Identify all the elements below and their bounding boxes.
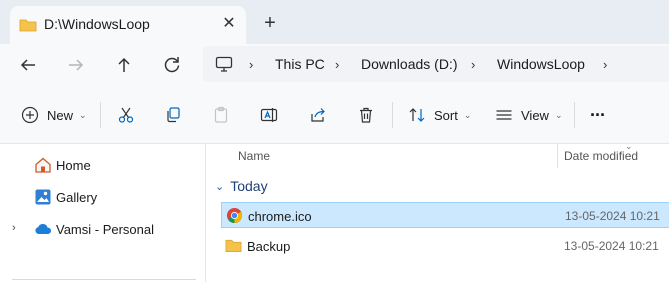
column-header-name[interactable]: Name	[238, 149, 270, 163]
tab-bar: D:\WindowsLoop ✕ +	[0, 0, 669, 44]
sort-button[interactable]: Sort ⌄	[408, 104, 471, 126]
navigation-bar: › This PC › Downloads (D:) › WindowsLoop…	[0, 44, 669, 86]
share-button[interactable]	[309, 104, 327, 126]
column-resize-handle[interactable]	[557, 144, 558, 168]
chevron-right-icon[interactable]: ›	[335, 57, 339, 72]
refresh-button[interactable]	[160, 53, 184, 77]
file-row-backup[interactable]: Backup 13-05-2024 10:21	[221, 233, 669, 259]
sidebar-item-vamsi-personal[interactable]: › Vamsi - Personal	[0, 216, 200, 242]
arrow-left-icon	[20, 59, 35, 71]
navigation-pane: Home Gallery › Vamsi - Personal	[0, 144, 206, 282]
file-name: chrome.ico	[248, 209, 312, 224]
group-label: Today	[230, 178, 268, 194]
breadcrumb-downloads[interactable]: Downloads (D:)	[361, 56, 457, 72]
divider	[12, 279, 196, 280]
share-icon	[311, 108, 325, 122]
trash-icon	[360, 107, 372, 123]
onedrive-cloud-icon	[35, 224, 52, 234]
close-tab-button[interactable]: ✕	[220, 15, 238, 33]
chrome-icon	[226, 207, 243, 224]
column-header-date-modified[interactable]: Date modified	[564, 149, 638, 163]
gallery-icon	[35, 189, 51, 205]
new-tab-button[interactable]: +	[260, 13, 280, 34]
chevron-down-icon: ⌄	[215, 180, 225, 193]
divider	[100, 102, 101, 128]
plus-circle-icon	[21, 106, 39, 124]
more-icon: ···	[590, 104, 606, 125]
folder-icon	[225, 239, 242, 253]
copy-icon	[167, 107, 180, 123]
tab-windowsloop[interactable]: D:\WindowsLoop ✕	[10, 6, 246, 44]
file-date: 13-05-2024 10:21	[565, 209, 660, 223]
chevron-down-icon: ⌄	[554, 109, 563, 120]
chevron-right-icon[interactable]: ›	[603, 57, 607, 72]
list-view-icon	[496, 110, 512, 120]
copy-button[interactable]	[164, 104, 182, 126]
folder-icon	[19, 19, 37, 32]
delete-button[interactable]	[357, 104, 375, 126]
clipboard-icon	[214, 106, 228, 123]
view-label: View	[521, 107, 549, 123]
chevron-right-icon[interactable]: ›	[471, 57, 475, 72]
divider	[574, 102, 575, 128]
cut-button[interactable]	[117, 104, 135, 126]
new-label: New	[47, 107, 74, 123]
refresh-icon	[164, 57, 180, 73]
content-area: Home Gallery › Vamsi - Personal Name ⌄ D…	[0, 141, 669, 282]
tab-title: D:\WindowsLoop	[44, 16, 150, 32]
view-button[interactable]: View ⌄	[495, 104, 563, 126]
computer-icon	[215, 56, 233, 72]
up-button[interactable]	[112, 53, 136, 77]
divider	[392, 102, 393, 128]
rename-button[interactable]	[260, 104, 278, 126]
file-list: Name ⌄ Date modified ⌄ Today chrome.ico …	[207, 141, 669, 282]
scissors-icon	[118, 107, 134, 123]
home-icon	[35, 157, 51, 173]
breadcrumb-windowsloop[interactable]: WindowsLoop	[497, 56, 585, 72]
sidebar-item-label: Vamsi - Personal	[56, 222, 155, 237]
sidebar-item-gallery[interactable]: Gallery	[0, 184, 200, 210]
file-row-chrome-ico[interactable]: chrome.ico 13-05-2024 10:21	[221, 202, 669, 228]
file-date: 13-05-2024 10:21	[564, 239, 659, 253]
file-name: Backup	[247, 239, 291, 254]
sidebar-item-label: Gallery	[56, 190, 98, 205]
rename-icon	[260, 108, 278, 122]
sidebar-item-home[interactable]: Home	[0, 152, 200, 178]
forward-button[interactable]	[64, 53, 88, 77]
chevron-right-icon[interactable]: ›	[249, 57, 253, 72]
back-button[interactable]	[16, 53, 40, 77]
chevron-down-icon: ⌄	[79, 109, 87, 120]
command-bar: New ⌄ Sort ⌄ View ⌄ ···	[0, 86, 669, 144]
arrow-right-icon	[69, 59, 84, 71]
paste-button[interactable]	[212, 104, 230, 126]
chevron-down-icon: ⌄	[463, 109, 472, 120]
sort-label: Sort	[434, 107, 458, 123]
sort-arrows-icon	[409, 108, 425, 122]
chevron-right-icon[interactable]: ›	[12, 222, 16, 234]
address-bar[interactable]: › This PC › Downloads (D:) › WindowsLoop…	[203, 46, 669, 82]
more-options-button[interactable]: ···	[590, 104, 606, 126]
sidebar-item-label: Home	[56, 158, 91, 173]
new-button[interactable]: New ⌄	[21, 104, 87, 126]
group-header-today[interactable]: ⌄ Today	[215, 178, 268, 194]
breadcrumb-this-pc[interactable]: This PC	[275, 56, 325, 72]
arrow-up-icon	[118, 57, 130, 72]
